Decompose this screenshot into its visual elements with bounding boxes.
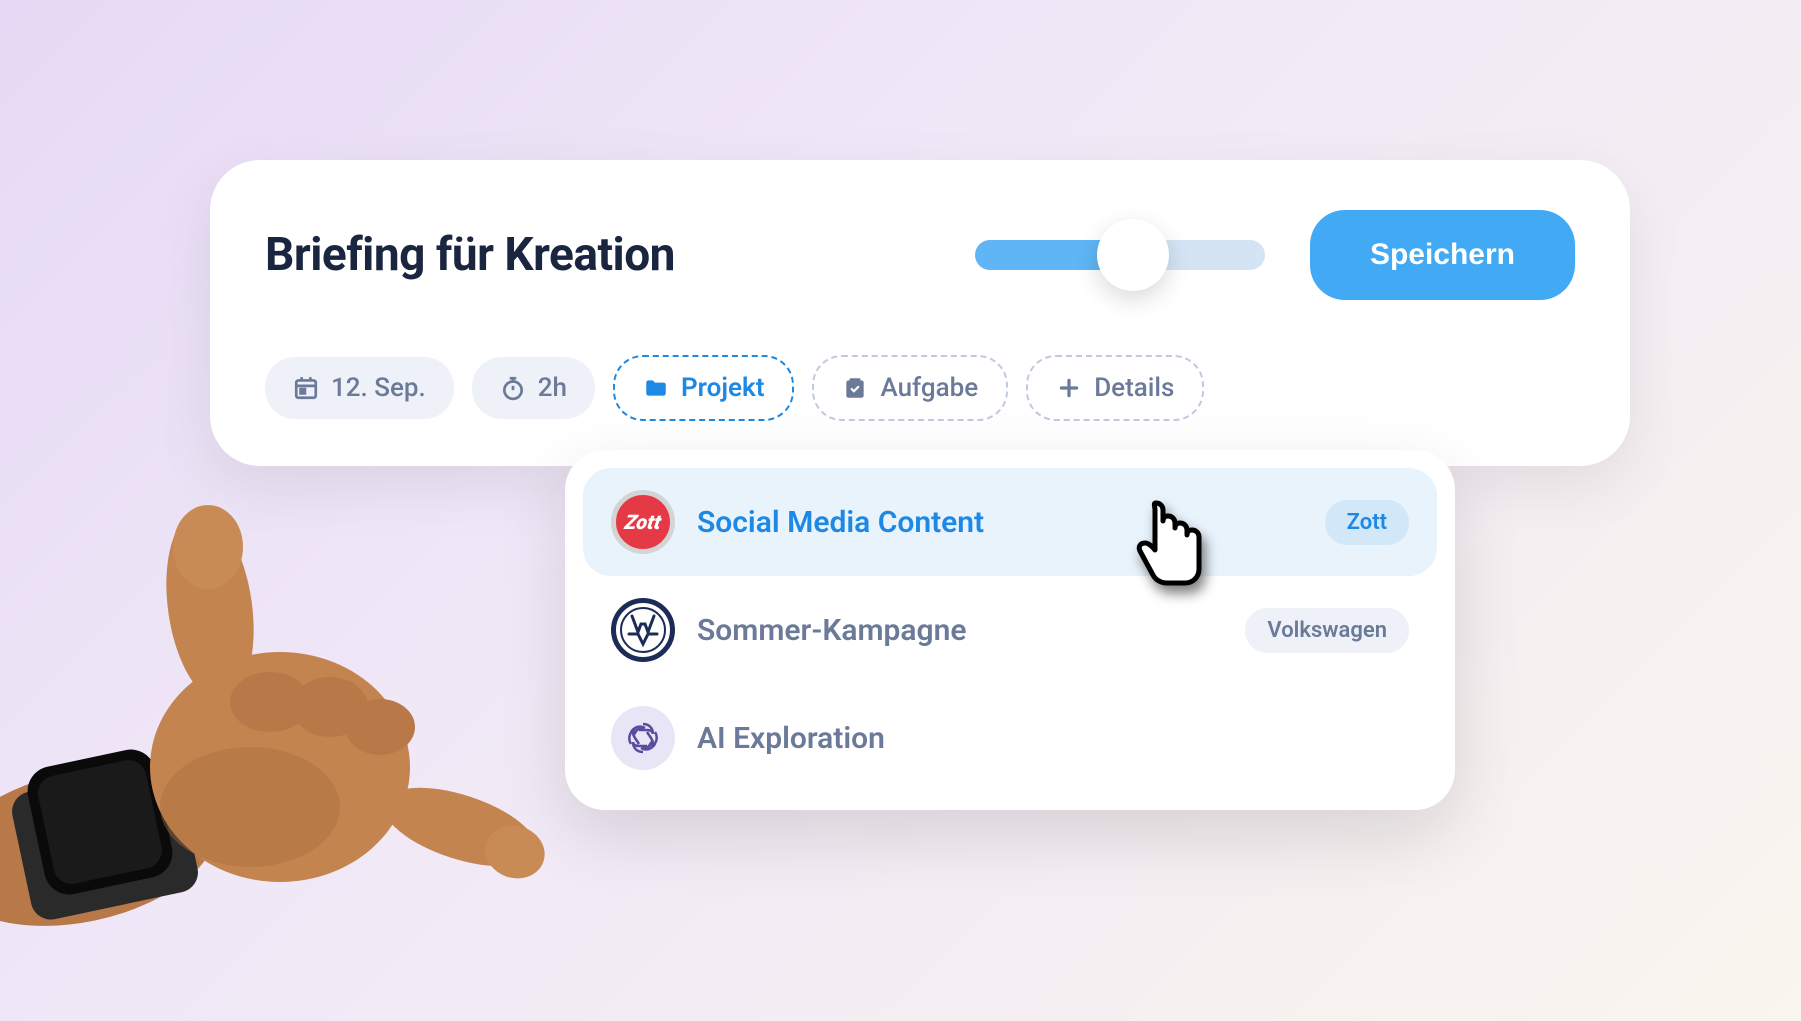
dropdown-item-left: Sommer-Kampagne bbox=[611, 598, 967, 662]
zott-logo-icon: Zott bbox=[611, 490, 675, 554]
dropdown-item-label: Sommer-Kampagne bbox=[697, 613, 967, 648]
dropdown-item-label: Social Media Content bbox=[697, 505, 984, 540]
clipboard-check-icon bbox=[842, 375, 868, 401]
dropdown-item-ai[interactable]: AI Exploration bbox=[583, 684, 1437, 792]
folder-icon bbox=[643, 375, 669, 401]
stopwatch-icon bbox=[500, 375, 526, 401]
plus-icon bbox=[1056, 375, 1082, 401]
slider-thumb[interactable] bbox=[1097, 219, 1169, 291]
calendar-icon bbox=[293, 375, 319, 401]
details-chip-label: Details bbox=[1094, 373, 1174, 403]
page-title: Briefing für Kreation bbox=[265, 228, 675, 282]
dropdown-item-badge: Zott bbox=[1325, 500, 1409, 545]
project-dropdown: Zott Social Media Content Zott Sommer-Ka… bbox=[565, 450, 1455, 810]
date-chip-label: 12. Sep. bbox=[331, 373, 426, 403]
date-chip[interactable]: 12. Sep. bbox=[265, 357, 454, 419]
chips-row: 12. Sep. 2h Projekt bbox=[265, 355, 1575, 421]
dropdown-item-zott[interactable]: Zott Social Media Content Zott bbox=[583, 468, 1437, 576]
dropdown-item-left: AI Exploration bbox=[611, 706, 885, 770]
card-header: Briefing für Kreation Speichern bbox=[265, 210, 1575, 300]
header-controls: Speichern bbox=[975, 210, 1575, 300]
details-chip[interactable]: Details bbox=[1026, 355, 1204, 421]
save-button[interactable]: Speichern bbox=[1310, 210, 1575, 300]
task-chip-label: Aufgabe bbox=[880, 373, 978, 403]
project-chip[interactable]: Projekt bbox=[613, 355, 794, 421]
3d-hand-illustration bbox=[0, 477, 550, 961]
openai-logo-icon bbox=[611, 706, 675, 770]
progress-slider[interactable] bbox=[975, 240, 1265, 270]
dropdown-item-label: AI Exploration bbox=[697, 721, 885, 756]
dropdown-item-left: Zott Social Media Content bbox=[611, 490, 984, 554]
volkswagen-logo-icon bbox=[611, 598, 675, 662]
cursor-pointer-icon bbox=[1125, 495, 1215, 594]
duration-chip-label: 2h bbox=[538, 373, 567, 403]
task-chip[interactable]: Aufgabe bbox=[812, 355, 1008, 421]
briefing-card: Briefing für Kreation Speichern 12. Sep. bbox=[210, 160, 1630, 466]
duration-chip[interactable]: 2h bbox=[472, 357, 595, 419]
project-chip-label: Projekt bbox=[681, 373, 764, 403]
dropdown-item-badge: Volkswagen bbox=[1245, 608, 1409, 653]
dropdown-item-vw[interactable]: Sommer-Kampagne Volkswagen bbox=[583, 576, 1437, 684]
